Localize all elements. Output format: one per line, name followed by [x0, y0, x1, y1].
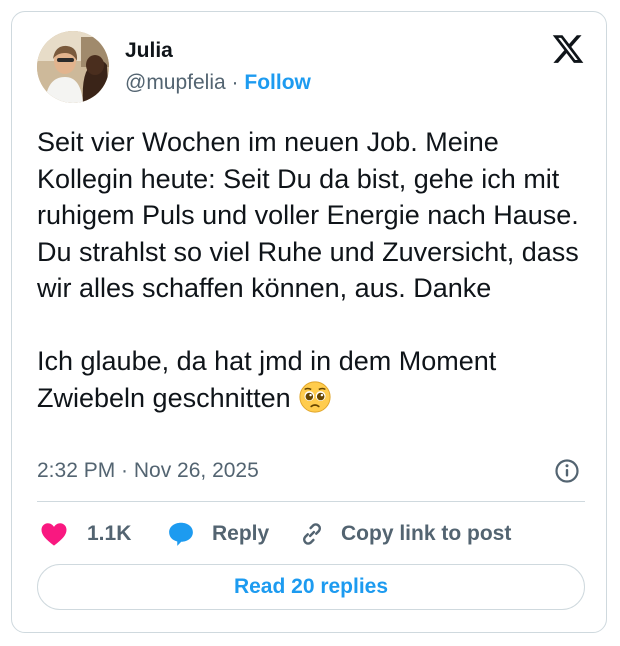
- reply-label: Reply: [212, 522, 270, 545]
- author-handle[interactable]: @mupfelia: [125, 71, 226, 94]
- copy-link-label: Copy link to post: [341, 522, 512, 545]
- handle-separator: ·: [231, 71, 239, 94]
- like-count: 1.1K: [87, 522, 132, 545]
- follow-link[interactable]: Follow: [244, 71, 311, 94]
- reply-bubble-icon: [169, 522, 193, 546]
- info-icon[interactable]: [554, 458, 580, 484]
- divider: [37, 501, 585, 502]
- copy-link-button[interactable]: Copy link to post: [297, 517, 511, 551]
- tweet-card: Julia @mupfelia · Follow Seit vier Woche…: [11, 11, 607, 633]
- tweet-body: Seit vier Wochen im neuen Job. Meine Kol…: [37, 127, 579, 413]
- tweet-timestamp[interactable]: 2:32 PM · Nov 26, 2025: [37, 458, 259, 484]
- reply-button[interactable]: Reply: [166, 517, 269, 551]
- heart-icon: [41, 523, 67, 546]
- like-button[interactable]: 1.1K: [39, 517, 131, 551]
- author-handle-row: @mupfelia · Follow: [125, 70, 311, 96]
- avatar-photo: [37, 31, 109, 103]
- x-logo-icon[interactable]: [551, 32, 585, 66]
- author-name[interactable]: Julia: [125, 38, 173, 64]
- pleading-face-emoji-icon: [299, 380, 331, 413]
- link-icon: [303, 523, 321, 545]
- avatar[interactable]: [37, 31, 109, 103]
- tweet-text: Seit vier Wochen im neuen Job. Meine Kol…: [37, 124, 593, 416]
- read-replies-button[interactable]: Read 20 replies: [37, 564, 585, 610]
